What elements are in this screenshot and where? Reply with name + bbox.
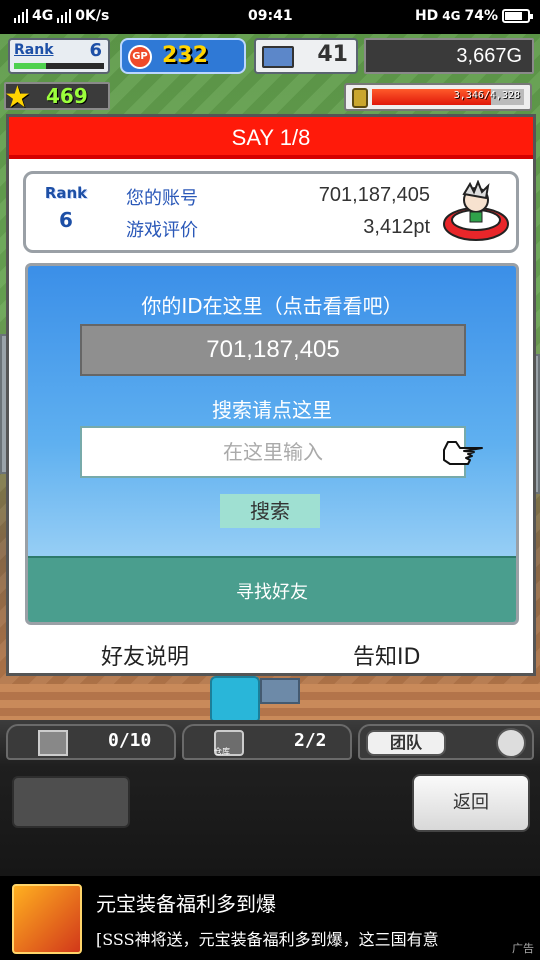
status-bar: 4G 0K/s 09:41 HD 4G 74% bbox=[0, 0, 540, 34]
card-rank-value: 6 bbox=[59, 208, 73, 232]
tab-warehouse-count: 2/2 bbox=[294, 730, 327, 751]
player-id-field[interactable]: 701,187,405 bbox=[80, 324, 466, 376]
card-rank-label: Rank bbox=[44, 184, 88, 202]
computer-display[interactable]: 41 bbox=[254, 38, 358, 74]
signal-icon-2 bbox=[57, 9, 72, 23]
stars-value: 469 bbox=[46, 84, 88, 108]
pointing-hand-icon bbox=[443, 441, 483, 465]
dialog-title: SAY 1/8 bbox=[231, 125, 311, 150]
search-prompt: 搜索请点这里 bbox=[212, 398, 332, 422]
tab-team[interactable]: 团队 bbox=[358, 724, 534, 760]
coin-stack-icon bbox=[352, 88, 368, 108]
ad-description: [SSS神将送，元宝装备福利多到爆，这三国有意 bbox=[96, 930, 439, 949]
search-input[interactable]: 在这里输入 bbox=[80, 426, 466, 478]
rank-label: Rank bbox=[14, 42, 54, 58]
toolbar-empty-field bbox=[12, 776, 130, 828]
computer-icon bbox=[262, 46, 294, 68]
hud-second: ★ 469 3,346/4,328 bbox=[0, 80, 540, 115]
battery-icon bbox=[502, 9, 533, 23]
energy-value: 3,346/4,328 bbox=[453, 90, 520, 101]
player-avatar-icon bbox=[443, 180, 509, 241]
rating-value: 3,412pt bbox=[363, 216, 430, 238]
network-type-2: 4G bbox=[442, 9, 461, 23]
account-value: 701,187,405 bbox=[318, 184, 430, 206]
notify-id-button[interactable]: 告知ID bbox=[353, 639, 420, 671]
tab-items[interactable]: 0/10 bbox=[6, 724, 176, 760]
search-button[interactable]: 搜索 bbox=[220, 494, 320, 528]
find-friends-button[interactable]: 寻找好友 bbox=[28, 556, 516, 622]
dialog-header: SAY 1/8 bbox=[9, 117, 533, 159]
tab-items-count: 0/10 bbox=[108, 730, 152, 751]
gp-value: 232 bbox=[162, 43, 208, 68]
gp-display[interactable]: GP 232 bbox=[120, 38, 246, 74]
signal-icon bbox=[14, 9, 28, 23]
rank-display[interactable]: Rank 6 bbox=[8, 38, 110, 74]
star-icon: ★ bbox=[4, 80, 31, 115]
rating-label: 游戏评价 bbox=[126, 220, 198, 241]
clock: 09:41 bbox=[248, 8, 293, 24]
battery-percent: 74% bbox=[464, 8, 498, 24]
back-button[interactable]: 返回 bbox=[412, 774, 530, 832]
id-panel: 你的ID在这里（点击看看吧） 701,187,405 搜索请点这里 在这里输入 … bbox=[25, 263, 519, 625]
trash-bin-sprite bbox=[210, 676, 260, 722]
person-icon bbox=[496, 728, 526, 758]
ad-title: 元宝装备福利多到爆 bbox=[96, 892, 276, 916]
network-type: 4G bbox=[32, 8, 54, 24]
money-display: 3,667G bbox=[364, 38, 534, 74]
ad-banner[interactable]: 元宝装备福利多到爆 [SSS神将送，元宝装备福利多到爆，这三国有意 广告 bbox=[0, 876, 540, 960]
team-label: 团队 bbox=[366, 730, 446, 756]
say-dialog: SAY 1/8 Rank 6 您的账号 701,187,405 游戏评价 3,4… bbox=[6, 114, 536, 676]
stars-display: ★ 469 bbox=[4, 80, 110, 115]
crate-icon bbox=[38, 730, 68, 756]
bench-sprite bbox=[260, 678, 300, 704]
account-label: 您的账号 bbox=[126, 188, 198, 209]
card-rank: Rank 6 bbox=[44, 184, 88, 232]
account-info-card: Rank 6 您的账号 701,187,405 游戏评价 3,412pt bbox=[23, 171, 519, 253]
id-prompt: 你的ID在这里（点击看看吧） bbox=[141, 294, 403, 318]
money-value: 3,667G bbox=[456, 45, 522, 67]
energy-display: 3,346/4,328 bbox=[344, 83, 532, 111]
hd-indicator: HD bbox=[414, 8, 439, 24]
ad-tag: 广告 bbox=[512, 942, 534, 955]
warehouse-label: 仓库 bbox=[214, 747, 230, 756]
network-speed: 0K/s bbox=[75, 8, 110, 24]
friends-help-button[interactable]: 好友说明 bbox=[101, 639, 189, 671]
hud-top: Rank 6 GP 232 41 3,667G bbox=[0, 36, 540, 78]
rank-value: 6 bbox=[89, 40, 102, 61]
computer-count: 41 bbox=[317, 42, 348, 67]
ad-image bbox=[12, 884, 82, 954]
gp-coin-icon: GP bbox=[128, 45, 152, 69]
tab-warehouse[interactable]: 仓库 2/2 bbox=[182, 724, 352, 760]
rank-progress-bar bbox=[14, 63, 104, 69]
bottom-toolbar: 0/10 仓库 2/2 团队 返回 bbox=[0, 720, 540, 876]
